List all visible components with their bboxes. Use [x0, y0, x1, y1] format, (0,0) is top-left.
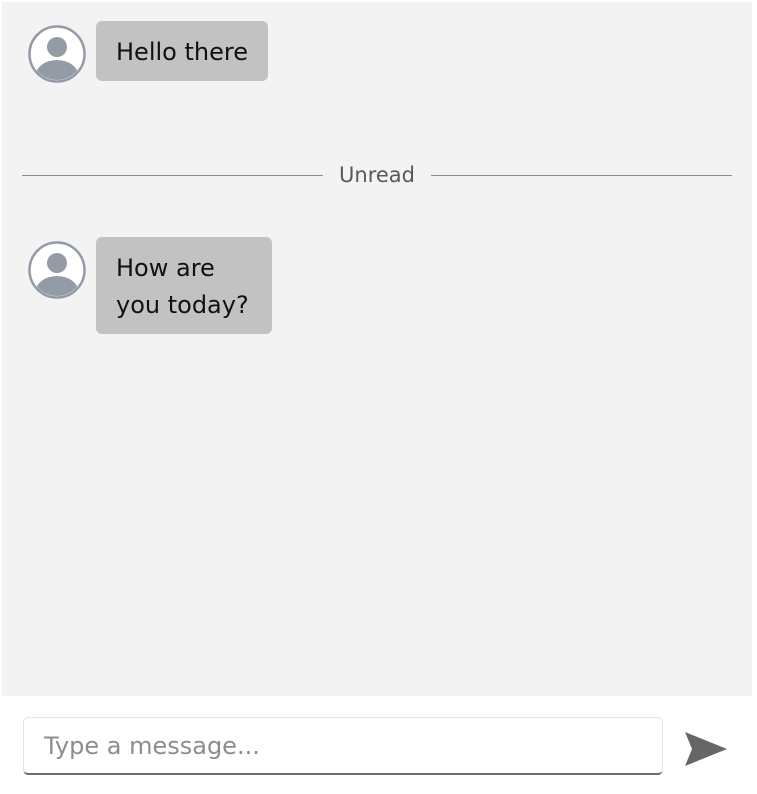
user-avatar-icon — [28, 25, 86, 83]
unread-label: Unread — [339, 163, 415, 187]
message-row: How are you today? — [28, 237, 272, 334]
user-avatar-icon — [28, 241, 86, 299]
message-bubble: How are you today? — [96, 237, 272, 334]
message-bubble: Hello there — [96, 21, 268, 81]
send-button[interactable] — [683, 726, 737, 772]
message-input[interactable] — [23, 717, 663, 775]
send-icon — [685, 732, 727, 766]
avatar — [28, 241, 86, 299]
avatar — [28, 25, 86, 83]
divider-line — [22, 174, 324, 176]
message-row: Hello there — [28, 21, 268, 83]
unread-divider: Unread — [22, 157, 733, 193]
divider-line — [431, 174, 733, 176]
message-composer — [0, 696, 757, 794]
chat-window: Hello there Unread How are you today? — [2, 2, 752, 696]
